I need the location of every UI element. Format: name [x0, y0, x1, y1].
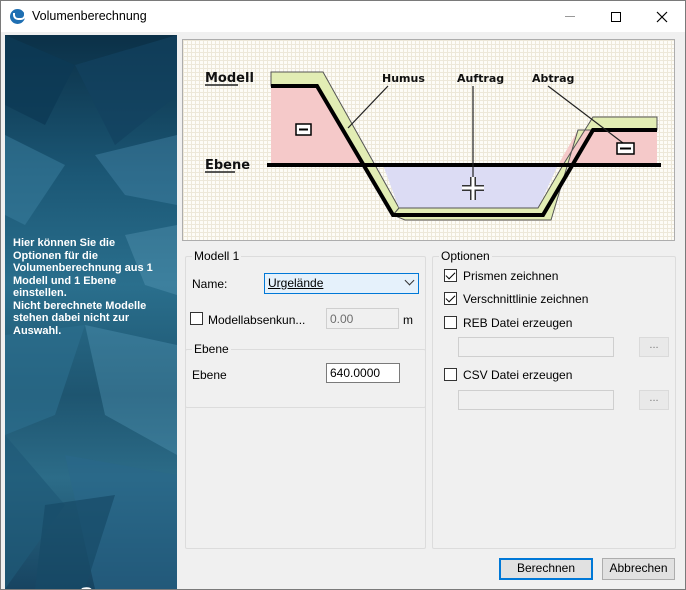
absenkung-unit: m: [403, 313, 413, 327]
optionen-group-legend: Optionen: [441, 249, 490, 263]
humus-label: Humus: [382, 72, 425, 85]
verschnitt-label: Verschnittlinie zeichnen: [463, 292, 589, 306]
volume-diagram: Modell Ebene Humus Auftrag Abtrag: [182, 39, 675, 241]
ebene-field-label: Ebene: [192, 368, 227, 382]
modell-group-legend: Modell 1: [194, 249, 240, 263]
minimize-button[interactable]: [547, 1, 593, 32]
berechnen-button[interactable]: Berechnen: [499, 558, 593, 580]
abbrechen-button[interactable]: Abbrechen: [602, 558, 675, 580]
maximize-button[interactable]: [593, 1, 639, 32]
prismen-checkbox[interactable]: [444, 269, 457, 282]
help-icon[interactable]: ?: [80, 583, 94, 589]
reb-label: REB Datei erzeugen: [463, 316, 573, 330]
csv-label: CSV Datei erzeugen: [463, 368, 573, 382]
close-button[interactable]: [639, 1, 685, 32]
csv-browse-button[interactable]: ...: [639, 390, 669, 410]
name-dropdown[interactable]: Urgelände: [264, 273, 419, 294]
app-logo-icon: [10, 9, 26, 24]
volume-diagram-svg: Modell Ebene Humus Auftrag Abtrag: [205, 71, 661, 221]
reb-path-input[interactable]: [458, 337, 614, 357]
humus-leader: [347, 85, 389, 129]
name-dropdown-value: Urgelände: [268, 276, 324, 290]
auftrag-label: Auftrag: [457, 72, 504, 85]
csv-checkbox[interactable]: [444, 368, 457, 381]
prismen-label: Prismen zeichnen: [463, 269, 559, 283]
absenkung-input[interactable]: [326, 308, 399, 329]
absenkung-label: Modellabsenkun...: [208, 313, 306, 327]
left-info-panel: Hier können Sie die Optionen für die Vol…: [5, 35, 177, 589]
verschnitt-checkbox[interactable]: [444, 292, 457, 305]
ebene-input[interactable]: [326, 363, 400, 383]
chevron-down-icon: [404, 275, 415, 286]
modell-label: Modell: [205, 71, 254, 86]
abtrag-label: Abtrag: [532, 72, 574, 85]
csv-path-input[interactable]: [458, 390, 614, 410]
minimize-icon: [565, 16, 575, 17]
ebene-label: Ebene: [205, 158, 250, 173]
reb-checkbox[interactable]: [444, 316, 457, 329]
absenkung-checkbox[interactable]: [190, 312, 203, 325]
maximize-icon: [611, 11, 621, 22]
title-bar: Volumenberechnung: [1, 1, 685, 32]
dialog-window: Volumenberechnung Hier können Sie die Op…: [0, 0, 686, 590]
name-label: Name:: [192, 277, 228, 291]
reb-browse-button[interactable]: ...: [639, 337, 669, 357]
close-icon: [656, 11, 668, 22]
info-text: Hier können Sie die Optionen für die Vol…: [13, 237, 153, 337]
ebene-group-legend: Ebene: [194, 342, 229, 356]
window-title: Volumenberechnung: [32, 9, 147, 23]
